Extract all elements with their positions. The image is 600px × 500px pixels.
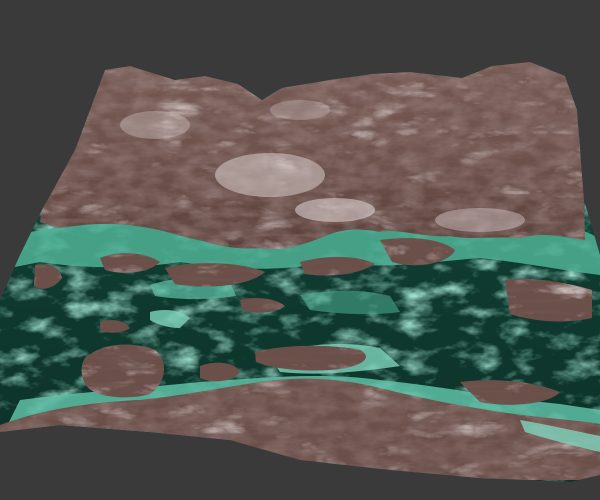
3d-viewport[interactable] — [0, 0, 600, 500]
terrain-render — [0, 62, 600, 482]
